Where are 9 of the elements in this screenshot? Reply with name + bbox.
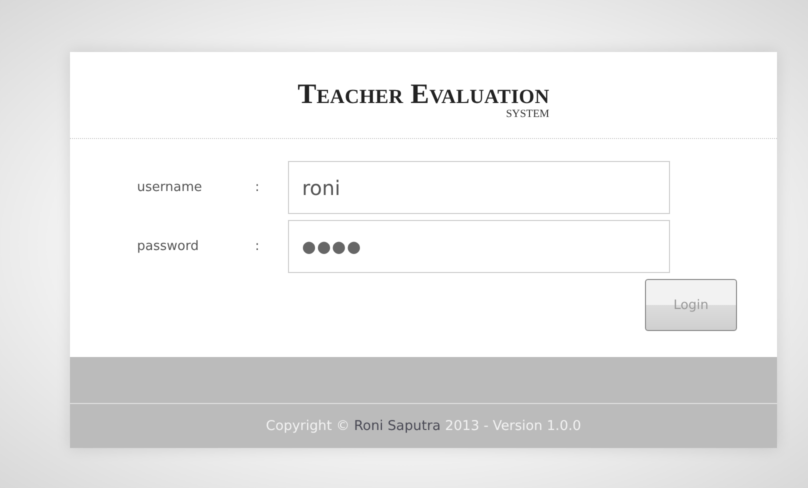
password-field[interactable]: ●●●● <box>288 220 670 273</box>
username-field[interactable]: roni <box>288 161 670 214</box>
colon-separator: : <box>255 180 260 195</box>
field-label: password <box>137 239 200 254</box>
colon-separator: : <box>255 239 260 254</box>
app-subtitle: SYSTEM <box>506 108 550 120</box>
app-title: Teacher Evaluation <box>298 80 550 108</box>
field-label: username <box>137 180 203 195</box>
author-link[interactable]: Roni Saputra <box>354 418 441 434</box>
